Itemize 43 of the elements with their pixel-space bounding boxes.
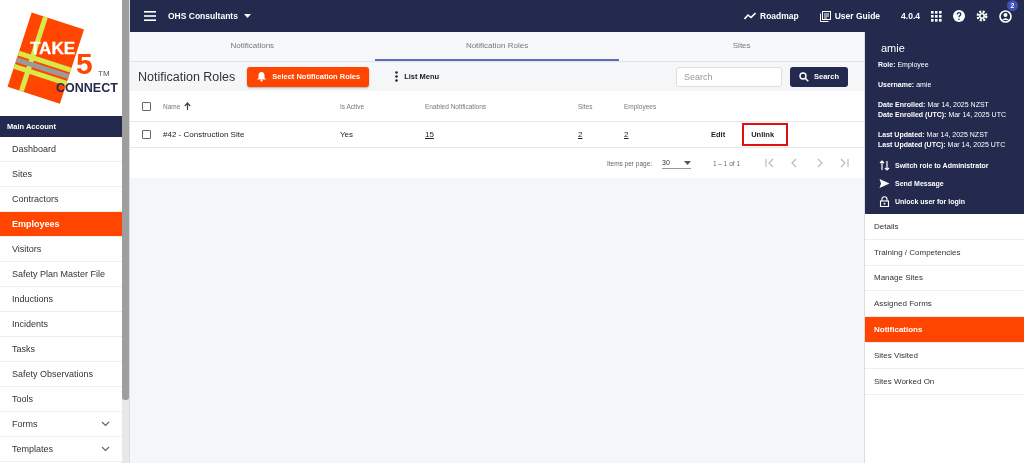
bell-icon — [256, 71, 268, 82]
padlock-icon — [879, 196, 890, 207]
tab[interactable]: Sites — [619, 32, 864, 61]
book-icon — [819, 10, 831, 22]
first-page-icon — [765, 158, 774, 168]
top-link[interactable]: Roadmap — [744, 11, 799, 21]
account-icon — [999, 9, 1012, 23]
count-link[interactable]: 2 — [578, 130, 583, 139]
user-name: amie — [881, 42, 906, 54]
table-cell: #42 - Construction Site — [163, 130, 245, 139]
help-icon — [953, 10, 965, 22]
chevron-down-icon — [101, 446, 110, 452]
settings-icon — [976, 10, 988, 22]
swap-arrows-icon — [879, 160, 890, 171]
user-menu-item[interactable]: Manage Sites — [865, 265, 1024, 292]
search-icon — [798, 71, 809, 82]
send-icon — [879, 178, 890, 189]
version-label: 4.0.4 — [901, 11, 920, 21]
last-page-icon — [840, 158, 849, 168]
next-page-icon — [815, 158, 824, 168]
tab[interactable]: Notification Roles — [374, 32, 620, 61]
count-link[interactable]: 15 — [425, 130, 434, 139]
select-all-checkbox[interactable] — [142, 101, 151, 111]
user-menu-item[interactable]: Sites Worked On — [865, 368, 1024, 395]
organization-dropdown[interactable]: OHS Consultants — [168, 11, 251, 21]
more-vertical-icon — [395, 71, 399, 82]
row-checkbox[interactable] — [142, 130, 151, 139]
search-field[interactable]: Search — [675, 66, 782, 87]
caret-icon — [683, 160, 691, 165]
table-cell: Yes — [340, 130, 354, 139]
caret-icon — [243, 14, 251, 18]
line-chart-icon — [744, 12, 756, 20]
chevron-down-icon — [101, 421, 110, 427]
user-menu-item[interactable]: Sites Visited — [865, 343, 1024, 369]
top-link[interactable]: User Guide — [819, 10, 881, 22]
page-title: Notification Roles — [138, 69, 236, 84]
user-menu-item[interactable]: Details — [865, 214, 1024, 240]
count-link[interactable]: 2 — [624, 130, 629, 139]
previous-page-icon — [790, 158, 799, 168]
user-menu-item[interactable]: Training / Competencies — [865, 239, 1024, 266]
apps-grid-icon — [931, 10, 942, 22]
menu-icon — [144, 11, 156, 21]
tab[interactable]: Notifications — [130, 32, 375, 61]
